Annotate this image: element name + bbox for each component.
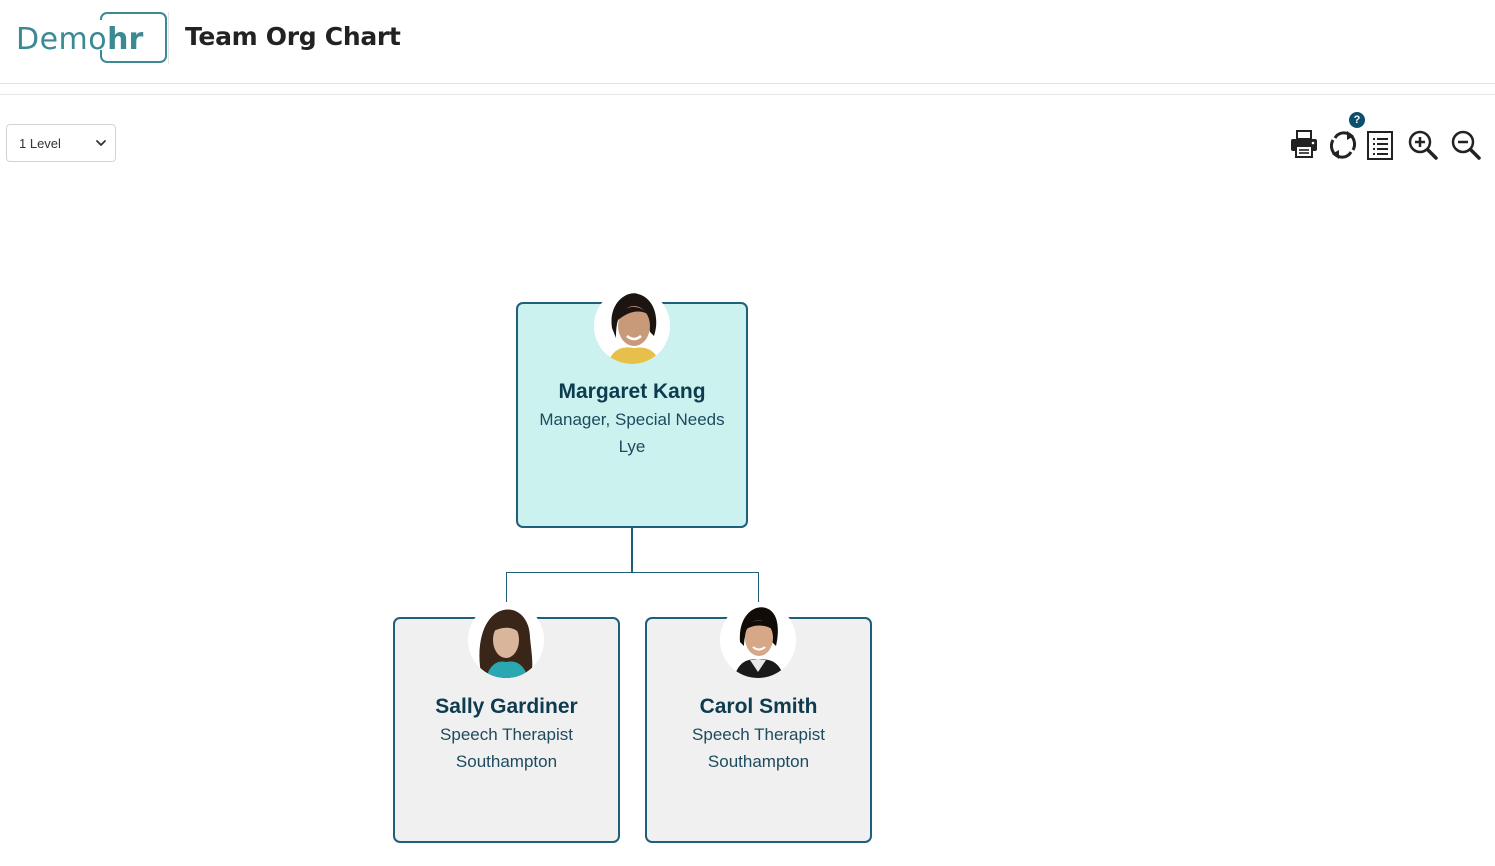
print-button[interactable]	[1286, 126, 1322, 162]
employee-name: Sally Gardiner	[435, 695, 578, 718]
level-select[interactable]: 1 Level	[6, 124, 116, 162]
logo-text-hr: hr	[107, 21, 144, 57]
chevron-down-icon	[96, 140, 106, 146]
help-icon[interactable]: ?	[1349, 112, 1365, 128]
list-view-button[interactable]	[1362, 127, 1398, 163]
logo-text-demo: Demo	[16, 21, 108, 57]
employee-location: Lye	[618, 437, 646, 456]
page-title: Team Org Chart	[185, 22, 401, 51]
zoom-in-icon	[1408, 130, 1438, 160]
zoom-in-button[interactable]	[1405, 127, 1441, 163]
connector-child-2	[758, 572, 759, 604]
level-select-value: 1 Level	[19, 135, 61, 151]
connector-child-1	[506, 572, 507, 604]
employee-name: Margaret Kang	[558, 380, 706, 403]
employee-title: Speech Therapist	[692, 725, 825, 744]
list-icon	[1367, 131, 1393, 160]
header-divider	[168, 12, 169, 64]
print-icon	[1291, 130, 1317, 158]
employee-title: Manager, Special Needs	[539, 410, 725, 429]
avatar	[594, 288, 670, 364]
demohr-logo[interactable]: Demo hr	[16, 12, 167, 64]
refresh-icon	[1329, 131, 1357, 159]
avatar	[720, 602, 796, 678]
connector-horizontal	[506, 572, 759, 573]
employee-name: Carol Smith	[699, 695, 818, 718]
refresh-button[interactable]	[1325, 127, 1361, 163]
zoom-out-button[interactable]	[1448, 127, 1484, 163]
connector-root-down	[631, 527, 633, 573]
employee-location: Southampton	[707, 752, 810, 771]
app-header: Demo hr Team Org Chart	[0, 0, 1495, 84]
avatar	[468, 602, 544, 678]
employee-location: Southampton	[455, 752, 558, 771]
employee-title: Speech Therapist	[440, 725, 573, 744]
zoom-out-icon	[1451, 130, 1481, 160]
subheader-divider	[0, 94, 1495, 95]
